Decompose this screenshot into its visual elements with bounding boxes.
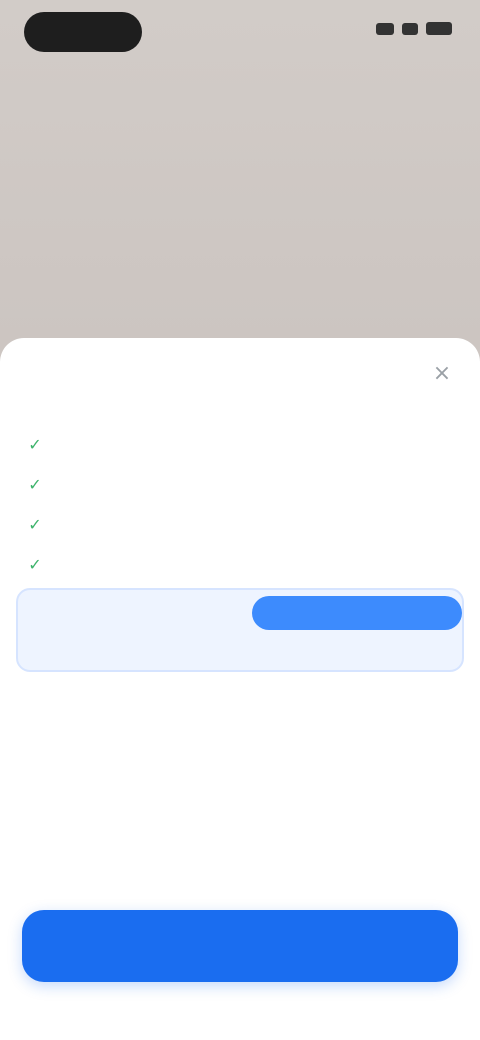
list-item: ✓ — [24, 544, 444, 584]
list-item: ✓ — [24, 504, 444, 544]
continue-button[interactable] — [22, 910, 458, 982]
battery-icon — [426, 22, 452, 35]
plan-option-2[interactable] — [16, 682, 464, 766]
check-icon: ✓ — [28, 554, 42, 574]
status-icons — [376, 22, 452, 35]
wifi-icon — [402, 22, 418, 35]
savings-badge — [252, 596, 462, 630]
list-item: ✓ — [24, 464, 444, 504]
check-icon: ✓ — [28, 514, 42, 534]
subscription-sheet: × ✓ ✓ ✓ ✓ — [0, 338, 480, 1040]
signal-icon — [376, 22, 394, 35]
list-item: ✓ — [24, 424, 444, 464]
check-icon: ✓ — [28, 474, 42, 494]
status-bar — [0, 0, 480, 70]
plan-option-1[interactable] — [16, 588, 464, 672]
status-time — [24, 12, 142, 52]
plan-option-3[interactable] — [16, 776, 464, 860]
close-icon[interactable]: × — [428, 360, 456, 388]
feature-list: ✓ ✓ ✓ ✓ — [24, 424, 444, 584]
check-icon: ✓ — [28, 434, 42, 454]
